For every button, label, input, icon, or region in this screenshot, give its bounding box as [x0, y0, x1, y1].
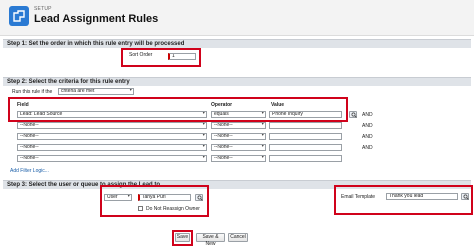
lookup-icon[interactable]: [461, 193, 469, 200]
assignee-type-select[interactable]: User: [104, 194, 132, 201]
and-label: AND: [362, 123, 373, 129]
page-header: SETUP Lead Assignment Rules: [0, 0, 474, 36]
assignee-name-input[interactable]: Tanya Puri: [138, 194, 191, 201]
run-rule-label: Run this rule if the: [12, 89, 53, 95]
criteria-field-select[interactable]: Lead: Lead Source: [17, 111, 207, 118]
criteria-value-input[interactable]: [269, 133, 342, 140]
criteria-value-input[interactable]: [269, 144, 342, 151]
sort-order-label: Sort Order: [129, 52, 153, 58]
criteria-operator-select[interactable]: --None--: [211, 133, 266, 140]
criteria-field-select[interactable]: --None--: [17, 144, 207, 151]
criteria-operator-select[interactable]: --None--: [211, 122, 266, 129]
highlight-email-template: [334, 185, 473, 215]
highlight-criteria-row: [8, 97, 348, 122]
col-operator-header: Operator: [211, 102, 233, 108]
cancel-button[interactable]: Cancel: [228, 233, 248, 242]
col-value-header: Value: [271, 102, 285, 108]
page-title: Lead Assignment Rules: [34, 13, 159, 25]
lookup-icon[interactable]: [195, 194, 203, 201]
and-label: AND: [362, 112, 373, 118]
and-label: AND: [362, 134, 373, 140]
criteria-field-select[interactable]: --None--: [17, 155, 207, 162]
col-field-header: Field: [17, 102, 29, 108]
criteria-value-input[interactable]: [269, 155, 342, 162]
email-template-label: Email Template: [341, 194, 376, 200]
email-template-input[interactable]: Thank you lead: [386, 193, 458, 200]
step1-header: Step 1: Set the order in which this rule…: [3, 39, 471, 48]
criteria-field-select[interactable]: --None--: [17, 122, 207, 129]
criteria-value-input[interactable]: [269, 122, 342, 129]
step2-header: Step 2: Select the criteria for this rul…: [3, 77, 471, 86]
run-rule-select[interactable]: criteria are met: [58, 88, 134, 95]
add-filter-logic-link[interactable]: Add Filter Logic...: [10, 168, 49, 174]
criteria-operator-select[interactable]: equals: [211, 111, 266, 118]
save-button[interactable]: Save: [175, 233, 190, 242]
criteria-operator-select[interactable]: --None--: [211, 144, 266, 151]
criteria-operator-select[interactable]: --None--: [211, 155, 266, 162]
criteria-field-select[interactable]: --None--: [17, 133, 207, 140]
criteria-value-input[interactable]: Phone Inquiry: [269, 111, 342, 118]
and-label: AND: [362, 145, 373, 151]
setup-logo-icon: [9, 6, 29, 26]
save-and-new-button[interactable]: Save & New: [196, 233, 225, 247]
sort-order-input[interactable]: 1: [168, 53, 196, 60]
do-not-reassign-checkbox[interactable]: [138, 206, 143, 211]
setup-label: SETUP: [34, 6, 52, 12]
lookup-icon[interactable]: [349, 111, 357, 118]
highlight-assignee: [100, 185, 209, 217]
do-not-reassign-label: Do Not Reassign Owner: [146, 206, 200, 212]
